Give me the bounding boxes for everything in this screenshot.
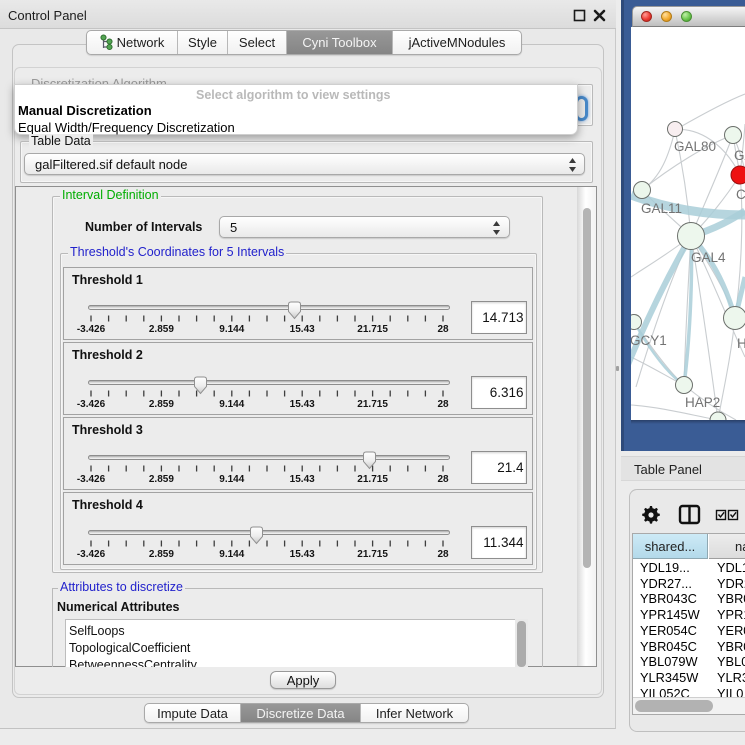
svg-text:HAP2: HAP2: [685, 395, 720, 410]
svg-text:GAL11: GAL11: [641, 201, 682, 216]
svg-text:GAL80: GAL80: [674, 139, 716, 154]
svg-text:GAL4: GAL4: [691, 250, 726, 265]
svg-text:C: C: [736, 187, 745, 202]
svg-text:GAL: GAL: [734, 148, 745, 163]
svg-text:GCY1: GCY1: [631, 333, 667, 348]
svg-text:HI: HI: [737, 336, 745, 351]
